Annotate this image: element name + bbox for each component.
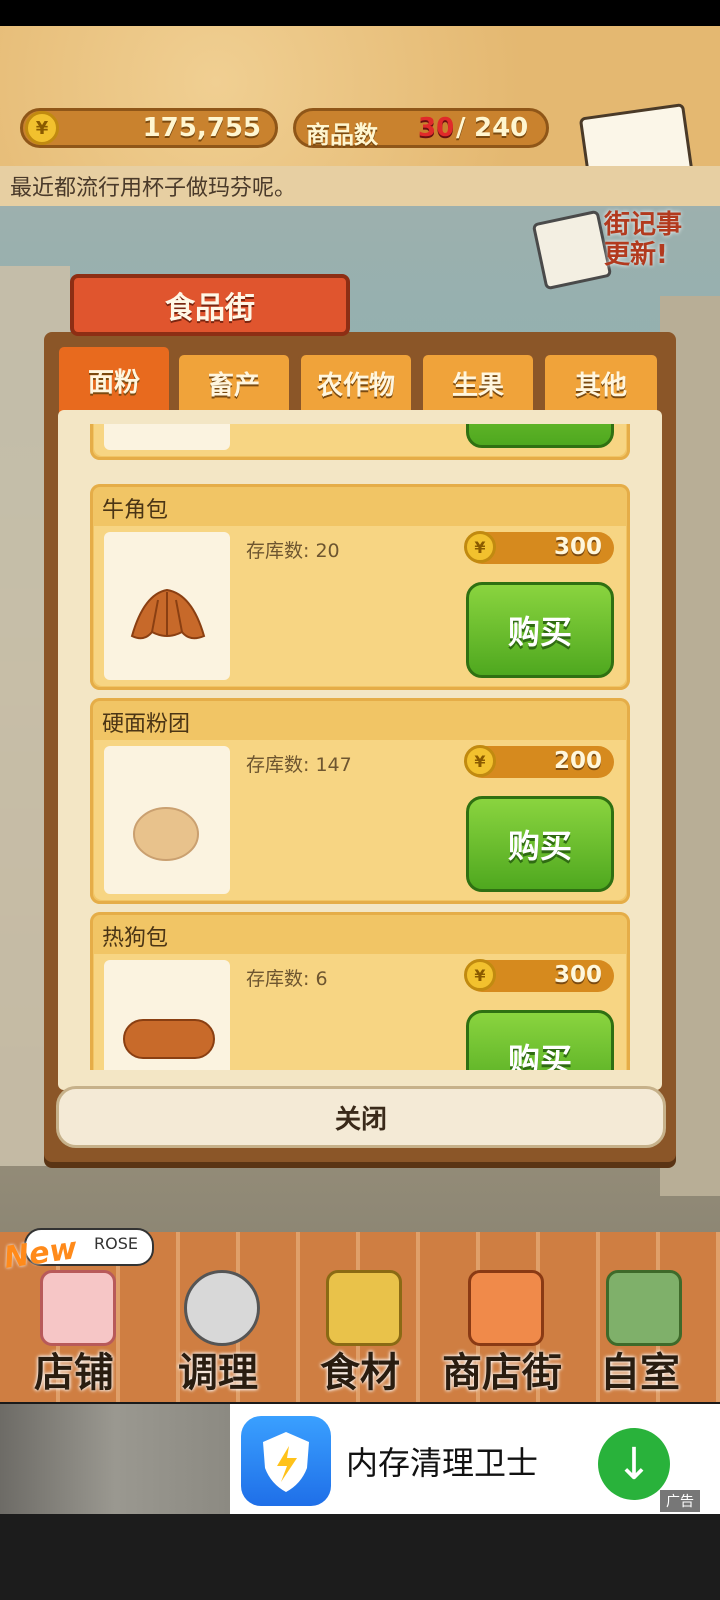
nav-room[interactable]: 自室 (572, 1256, 708, 1396)
nav-ingredients-label: 食材 (320, 1350, 400, 1396)
notice-line-2: 更新! (604, 240, 668, 270)
notice-line-1: 街记事 (604, 210, 683, 240)
shield-lightning-icon (241, 1416, 331, 1506)
list-item: 硬面粉团 存库数: 147 ¥ 200 购买 (90, 698, 630, 904)
item-thumbnail (104, 424, 230, 450)
item-price: ¥ 300 (464, 959, 614, 992)
item-count-max: 240 (474, 113, 529, 143)
new-badge: ROSE New (2, 1228, 154, 1276)
ad-label: 广告 (660, 1490, 700, 1512)
ad-app-name: 内存清理卫士 (346, 1444, 539, 1482)
new-badge-text: New (1, 1231, 80, 1276)
system-nav-bar (0, 1514, 720, 1600)
item-body: 存库数: 6 ¥ 300 购买 (94, 954, 626, 1070)
item-price: ¥ 200 (464, 745, 614, 778)
news-ticker: 最近都流行用杯子做玛芬呢。 (0, 166, 720, 206)
nav-shopping-street-label: 商店街 (442, 1350, 562, 1396)
tab-fruit[interactable]: 生果 (420, 352, 536, 414)
item-price: ¥ 300 (464, 531, 614, 564)
item-count-display: 商品数 30 / 240 (293, 108, 549, 149)
news-text: 最近都流行用杯子做玛芬呢。 (10, 176, 297, 201)
nav-cooking[interactable]: 调理 (150, 1256, 286, 1396)
ad-banner[interactable]: 内存清理卫士 ↓ 广告 (0, 1404, 720, 1514)
new-badge-subtext: ROSE (94, 1234, 138, 1253)
buy-button[interactable] (466, 424, 614, 448)
item-thumbnail (104, 960, 230, 1070)
nav-cooking-label: 调理 (178, 1350, 258, 1396)
storefront-icon (468, 1270, 544, 1346)
tab-other[interactable]: 其他 (542, 352, 660, 414)
list-item-partial (90, 424, 630, 460)
coin-counter: ¥ 175,755 (20, 108, 278, 148)
item-list[interactable]: 牛角包 存库数: 20 ¥ 300 购买 硬面粉团 存库数: 147 ¥ 200… (90, 424, 630, 1070)
nav-shopping-street[interactable]: 商店街 (428, 1256, 576, 1396)
buy-button[interactable]: 购买 (466, 1010, 614, 1070)
mixing-bowl-icon (184, 1270, 260, 1346)
street-notice-button[interactable]: 街记事 更新! (531, 209, 708, 291)
status-bar (0, 0, 720, 26)
coin-icon: ¥ (464, 531, 496, 563)
item-name: 热狗包 (102, 926, 169, 951)
coin-icon: ¥ (25, 111, 59, 145)
hotdog-bun-icon (123, 1019, 215, 1059)
close-button[interactable]: 关闭 (56, 1086, 666, 1148)
item-name: 硬面粉团 (102, 712, 191, 737)
tab-flour[interactable]: 面粉 (56, 344, 172, 416)
croissant-icon (130, 588, 206, 640)
buy-button[interactable]: 购买 (466, 796, 614, 892)
ad-image (0, 1404, 230, 1514)
staff-only-door-icon (606, 1270, 682, 1346)
item-body (94, 424, 626, 456)
shop-title: 食品街 (70, 274, 350, 336)
item-count-label: 商品数 (306, 121, 378, 149)
item-count-separator: / (456, 113, 466, 143)
nav-shop-label: 店铺 (34, 1350, 114, 1396)
list-item: 热狗包 存库数: 6 ¥ 300 购买 (90, 912, 630, 1070)
item-body: 存库数: 20 ¥ 300 购买 (94, 526, 626, 686)
item-body: 存库数: 147 ¥ 200 购买 (94, 740, 626, 900)
buy-button[interactable]: 购买 (466, 582, 614, 678)
dough-ball-icon (133, 807, 199, 861)
item-thumbnail (104, 746, 230, 894)
tab-livestock[interactable]: 畜产 (176, 352, 292, 414)
nav-ingredients[interactable]: 食材 (292, 1256, 428, 1396)
notepad-icon (531, 209, 613, 291)
street-notice-text: 街记事 更新! (604, 210, 682, 270)
coin-icon: ¥ (464, 745, 496, 777)
item-stock: 存库数: 147 (246, 754, 352, 776)
tab-crops[interactable]: 农作物 (298, 352, 414, 414)
nav-shop[interactable]: 店铺 (6, 1256, 142, 1396)
coin-icon: ¥ (464, 959, 496, 991)
item-count-current: 30 (418, 113, 455, 143)
item-thumbnail (104, 532, 230, 680)
flour-sack-icon (326, 1270, 402, 1346)
item-stock: 存库数: 6 (246, 968, 328, 990)
item-price-value: 300 (553, 534, 602, 560)
coin-amount: 175,755 (142, 113, 261, 143)
cake-icon (40, 1270, 116, 1346)
item-stock: 存库数: 20 (246, 540, 340, 562)
list-item: 牛角包 存库数: 20 ¥ 300 购买 (90, 484, 630, 690)
item-price-value: 200 (553, 748, 602, 774)
item-price-value: 300 (553, 962, 602, 988)
nav-room-label: 自室 (600, 1350, 680, 1396)
item-name: 牛角包 (102, 498, 169, 523)
